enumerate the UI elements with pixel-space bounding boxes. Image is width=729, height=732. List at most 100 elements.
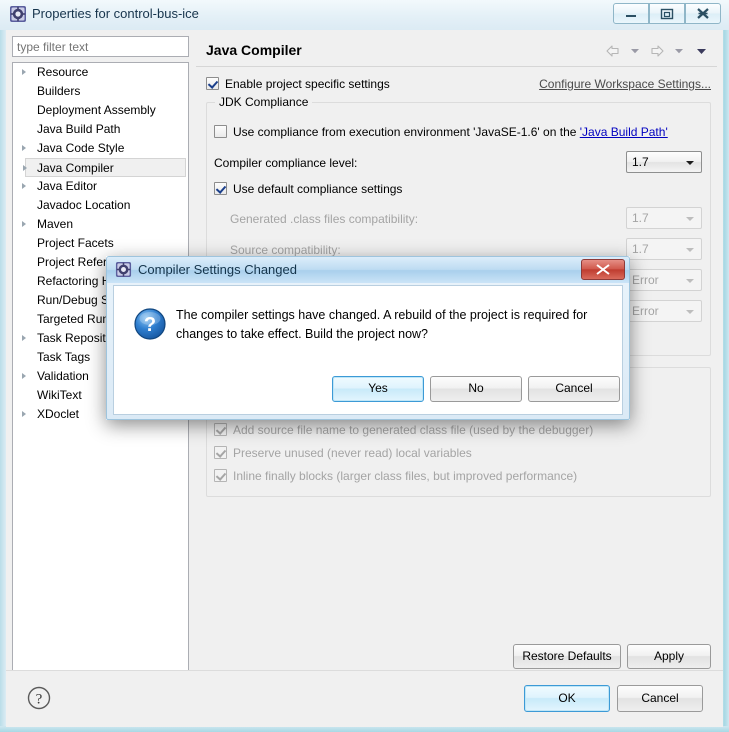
sidebar-item-label: Java Editor xyxy=(37,179,98,193)
combo-value: Error xyxy=(632,304,659,318)
modal-client-area: ? The compiler settings have changed. A … xyxy=(113,285,623,415)
expand-arrow-icon[interactable] xyxy=(23,165,27,171)
sidebar-item-label: Validation xyxy=(37,369,89,383)
sidebar-item-java-code-style[interactable]: Java Code Style xyxy=(13,139,188,158)
expand-arrow-icon[interactable] xyxy=(22,221,26,227)
checkbox-box[interactable] xyxy=(214,125,227,138)
configure-workspace-settings-link[interactable]: Configure Workspace Settings... xyxy=(539,77,711,91)
checkbox-box[interactable] xyxy=(214,182,227,195)
compiler-compliance-level-label: Compiler compliance level: xyxy=(214,156,358,170)
sidebar-item-javadoc-location[interactable]: Javadoc Location xyxy=(13,196,188,215)
modal-cancel-button[interactable]: Cancel xyxy=(528,376,620,402)
apply-label: Apply xyxy=(653,649,685,663)
combo-value: 1.7 xyxy=(632,211,649,225)
checkbox-label: Inline finally blocks (larger class file… xyxy=(233,469,578,483)
compiler-settings-changed-dialog: Compiler Settings Changed ? The compiler… xyxy=(106,256,630,420)
svg-text:?: ? xyxy=(36,692,43,708)
use-default-compliance-settings-checkbox[interactable]: Use default compliance settings xyxy=(214,182,402,196)
modal-frame: Compiler Settings Changed ? The compiler… xyxy=(106,256,630,420)
svg-text:?: ? xyxy=(144,314,156,336)
expand-arrow-icon[interactable] xyxy=(22,69,26,75)
classfile-compatibility-label: Generated .class files compatibility: xyxy=(230,212,419,226)
no-button[interactable]: No xyxy=(430,376,522,402)
restore-defaults-button[interactable]: Restore Defaults xyxy=(513,644,621,669)
sidebar-item-label: XDoclet xyxy=(37,407,80,421)
sidebar-item-label: Project Facets xyxy=(37,236,114,250)
yes-label: Yes xyxy=(368,381,388,395)
sidebar-item-label: Java Compiler xyxy=(37,161,114,175)
preserve-unused-locals-checkbox[interactable]: Preserve unused (never read) local varia… xyxy=(214,446,472,460)
combo-value: 1.7 xyxy=(632,155,649,169)
pane-header: Java Compiler xyxy=(196,36,717,67)
expand-arrow-icon[interactable] xyxy=(22,335,26,341)
modal-titlebar: Compiler Settings Changed xyxy=(107,257,629,283)
combo-value: Error xyxy=(632,273,659,287)
expand-arrow-icon[interactable] xyxy=(22,373,26,379)
sidebar-item-label: Javadoc Location xyxy=(37,198,131,212)
compiler-compliance-level-combo[interactable]: 1.7 xyxy=(626,151,702,173)
checkbox-box[interactable] xyxy=(214,423,227,436)
inline-finally-blocks-checkbox[interactable]: Inline finally blocks (larger class file… xyxy=(214,469,577,483)
modal-title: Compiler Settings Changed xyxy=(138,262,297,277)
disallow-enum-identifier-combo: Error xyxy=(626,300,702,322)
eclipse-properties-icon xyxy=(115,261,132,278)
expand-arrow-icon[interactable] xyxy=(22,145,26,151)
yes-button[interactable]: Yes xyxy=(332,376,424,402)
back-menu-chevron-down-icon[interactable] xyxy=(625,42,645,60)
maximize-button[interactable] xyxy=(649,3,685,24)
sidebar-item-project-facets[interactable]: Project Facets xyxy=(13,234,188,253)
sidebar-item-maven[interactable]: Maven xyxy=(13,215,188,234)
sidebar-item-label: Java Build Path xyxy=(37,122,121,136)
arrow-right-icon[interactable] xyxy=(647,42,667,60)
sidebar-item-label: Maven xyxy=(37,217,74,231)
checkbox-box[interactable] xyxy=(214,469,227,482)
modal-cancel-label: Cancel xyxy=(555,381,593,395)
chevron-down-icon xyxy=(686,248,694,252)
sidebar-item-label: Task Tags xyxy=(37,350,91,364)
sidebar-item-resource[interactable]: Resource xyxy=(13,63,188,82)
view-menu-chevron-down-icon[interactable] xyxy=(691,42,711,60)
checkbox-box[interactable] xyxy=(214,446,227,459)
properties-window: Properties for control-bus-ice type filt… xyxy=(0,0,729,732)
close-button[interactable] xyxy=(685,3,721,24)
checkbox-label: Add source file name to generated class … xyxy=(233,423,594,437)
arrow-left-icon[interactable] xyxy=(603,42,623,60)
use-execution-environment-checkbox[interactable]: Use compliance from execution environmen… xyxy=(214,125,668,139)
forward-menu-chevron-down-icon[interactable] xyxy=(669,42,689,60)
sidebar-item-java-compiler[interactable]: Java Compiler xyxy=(23,158,186,177)
checkbox-label: Enable project specific settings xyxy=(225,77,390,91)
checkbox-box[interactable] xyxy=(206,77,219,90)
help-question-icon[interactable]: ? xyxy=(26,685,52,711)
sidebar-item-label: Deployment Assembly xyxy=(37,103,156,117)
sidebar-item-deployment-assembly[interactable]: Deployment Assembly xyxy=(13,101,188,120)
page-title: Java Compiler xyxy=(206,42,302,58)
add-source-file-name-checkbox[interactable]: Add source file name to generated class … xyxy=(214,423,593,437)
no-label: No xyxy=(468,381,484,395)
window-title: Properties for control-bus-ice xyxy=(32,6,199,21)
expand-arrow-icon[interactable] xyxy=(22,411,26,417)
chevron-down-icon xyxy=(686,279,694,283)
sidebar-item-java-build-path[interactable]: Java Build Path xyxy=(13,120,188,139)
modal-message: The compiler settings have changed. A re… xyxy=(176,308,588,341)
expand-arrow-icon[interactable] xyxy=(22,183,26,189)
sidebar-item-java-editor[interactable]: Java Editor xyxy=(13,177,188,196)
combo-value: 1.7 xyxy=(632,242,649,256)
eclipse-properties-icon xyxy=(9,5,27,23)
cancel-label: Cancel xyxy=(641,691,679,705)
modal-close-button[interactable] xyxy=(581,259,625,280)
checkbox-label: Use compliance from execution environmen… xyxy=(233,125,580,139)
sidebar-item-builders[interactable]: Builders xyxy=(13,82,188,101)
enable-project-specific-settings-checkbox[interactable]: Enable project specific settings xyxy=(206,77,390,91)
java-build-path-link[interactable]: 'Java Build Path' xyxy=(580,125,668,139)
checkbox-label: Use default compliance settings xyxy=(233,182,403,196)
chevron-down-icon xyxy=(686,217,694,221)
jdk-compliance-group-title: JDK Compliance xyxy=(215,95,313,109)
filter-input[interactable] xyxy=(12,36,189,57)
apply-button[interactable]: Apply xyxy=(627,644,711,669)
ok-label: OK xyxy=(558,691,576,705)
ok-button[interactable]: OK xyxy=(524,685,610,712)
pane-nav-toolbar xyxy=(603,42,711,60)
minimize-button[interactable] xyxy=(613,3,649,24)
cancel-button[interactable]: Cancel xyxy=(617,685,703,712)
sidebar-item-label: Java Code Style xyxy=(37,141,125,155)
